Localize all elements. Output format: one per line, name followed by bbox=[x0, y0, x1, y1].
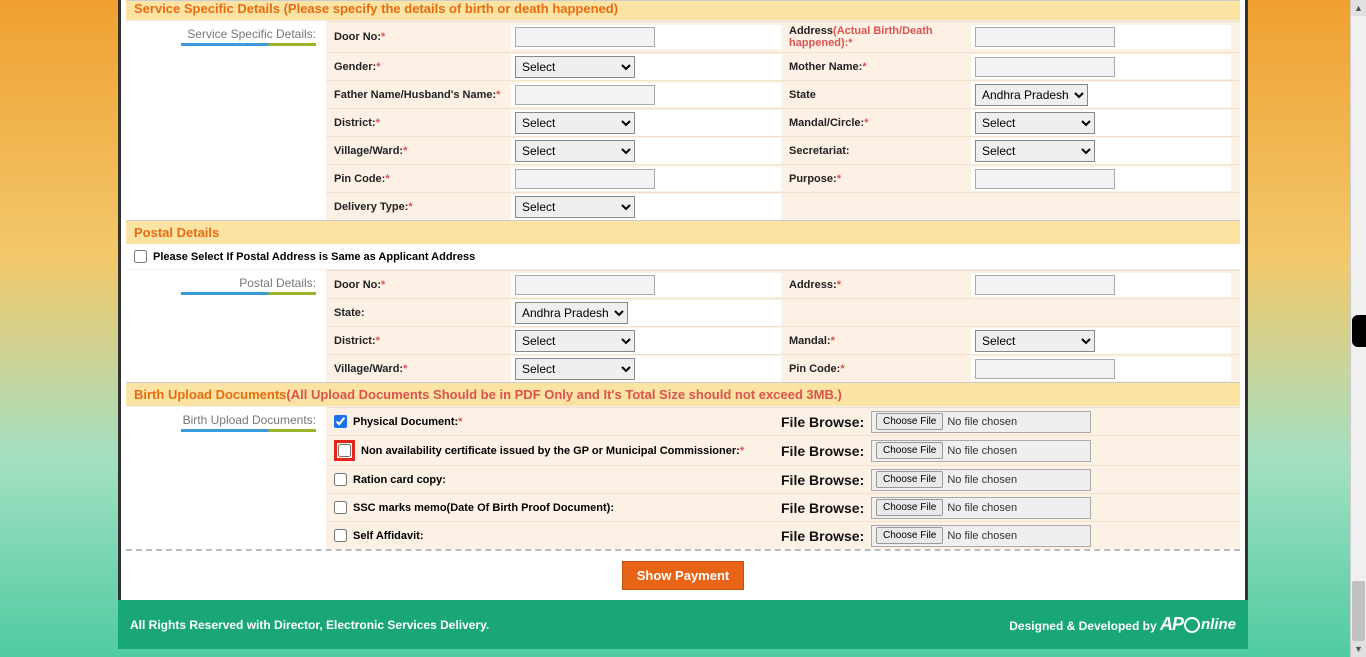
service-details-side-label: Service Specific Details: bbox=[126, 21, 326, 220]
choose-file-btn-2[interactable]: Choose File bbox=[876, 442, 943, 459]
physical-doc-checkbox[interactable] bbox=[334, 415, 347, 428]
choose-file-btn-4[interactable]: Choose File bbox=[876, 499, 943, 516]
same-as-applicant-checkbox[interactable] bbox=[134, 250, 147, 263]
footer: All Rights Reserved with Director, Elect… bbox=[118, 600, 1248, 649]
state-label: State bbox=[789, 89, 816, 101]
postal-state-label: State: bbox=[334, 307, 365, 319]
file-status-2: No file chosen bbox=[947, 445, 1017, 457]
service-details-header: Service Specific Details (Please specify… bbox=[126, 0, 1240, 20]
postal-door-no-input[interactable] bbox=[515, 275, 655, 295]
postal-address-input[interactable] bbox=[975, 275, 1115, 295]
delivery-type-select[interactable]: Select bbox=[515, 196, 635, 218]
scroll-down-icon[interactable]: ▼ bbox=[1351, 641, 1366, 657]
file-status-4: No file chosen bbox=[947, 502, 1017, 514]
delivery-type-label: Delivery Type: bbox=[334, 201, 408, 213]
postal-door-no-label: Door No: bbox=[334, 279, 381, 291]
postal-district-select[interactable]: Select bbox=[515, 330, 635, 352]
pincode-input[interactable] bbox=[515, 169, 655, 189]
postal-pincode-label: Pin Code: bbox=[789, 363, 840, 375]
self-aff-label: Self Affidavit: bbox=[353, 530, 424, 542]
postal-mandal-select[interactable]: Select bbox=[975, 330, 1095, 352]
district-select[interactable]: Select bbox=[515, 112, 635, 134]
choose-file-btn-1[interactable]: Choose File bbox=[876, 413, 943, 430]
postal-address-label: Address: bbox=[789, 279, 837, 291]
upload-header: Birth Upload Documents(All Upload Docume… bbox=[126, 382, 1240, 406]
scroll-up-icon[interactable]: ▲ bbox=[1351, 0, 1366, 16]
address-label: Address(Actual Birth/Death happened):* bbox=[789, 25, 933, 49]
ssc-label: SSC marks memo(Date Of Birth Proof Docum… bbox=[353, 502, 614, 514]
gender-select[interactable]: Select bbox=[515, 56, 635, 78]
choose-file-btn-5[interactable]: Choose File bbox=[876, 527, 943, 544]
side-tab[interactable] bbox=[1352, 315, 1366, 347]
ration-card-file[interactable]: Choose File No file chosen bbox=[871, 469, 1091, 491]
non-avail-label: Non availability certificate issued by t… bbox=[361, 445, 744, 457]
physical-doc-file[interactable]: Choose File No file chosen bbox=[871, 411, 1091, 433]
secretariat-select[interactable]: Select bbox=[975, 140, 1095, 162]
non-avail-checkbox[interactable] bbox=[338, 444, 351, 457]
footer-left: All Rights Reserved with Director, Elect… bbox=[130, 618, 489, 632]
door-no-input[interactable] bbox=[515, 27, 655, 47]
mother-name-label: Mother Name: bbox=[789, 61, 862, 73]
mandal-circle-label: Mandal/Circle: bbox=[789, 117, 864, 129]
purpose-label: Purpose: bbox=[789, 173, 837, 185]
postal-state-select[interactable]: Andhra Pradesh bbox=[515, 302, 628, 324]
ration-card-checkbox[interactable] bbox=[334, 473, 347, 486]
mandal-circle-select[interactable]: Select bbox=[975, 112, 1095, 134]
purpose-input[interactable] bbox=[975, 169, 1115, 189]
father-husband-label: Father Name/Husband's Name: bbox=[334, 89, 496, 101]
self-aff-checkbox[interactable] bbox=[334, 529, 347, 542]
file-browse-label-1: File Browse: bbox=[781, 414, 871, 430]
state-select[interactable]: Andhra Pradesh bbox=[975, 84, 1088, 106]
district-label: District: bbox=[334, 117, 376, 129]
postal-pincode-input[interactable] bbox=[975, 359, 1115, 379]
father-husband-input[interactable] bbox=[515, 85, 655, 105]
choose-file-btn-3[interactable]: Choose File bbox=[876, 471, 943, 488]
postal-village-ward-label: Village/Ward: bbox=[334, 363, 403, 375]
file-status-3: No file chosen bbox=[947, 474, 1017, 486]
postal-mandal-label: Mandal: bbox=[789, 335, 831, 347]
show-payment-button[interactable]: Show Payment bbox=[622, 561, 744, 590]
file-browse-label-5: File Browse: bbox=[781, 528, 871, 544]
door-no-label: Door No: bbox=[334, 31, 381, 43]
gender-label: Gender: bbox=[334, 61, 376, 73]
secretariat-label: Secretariat: bbox=[789, 145, 850, 157]
postal-district-label: District: bbox=[334, 335, 376, 347]
village-ward-label: Village/Ward: bbox=[334, 145, 403, 157]
file-browse-label-3: File Browse: bbox=[781, 472, 871, 488]
postal-side-label: Postal Details: bbox=[126, 270, 326, 382]
file-status-5: No file chosen bbox=[947, 530, 1017, 542]
same-as-applicant-label: Please Select If Postal Address is Same … bbox=[153, 251, 475, 263]
mother-name-input[interactable] bbox=[975, 57, 1115, 77]
physical-doc-label: Physical Document:* bbox=[353, 416, 462, 428]
upload-side-label: Birth Upload Documents: bbox=[126, 407, 326, 549]
scroll-thumb[interactable] bbox=[1352, 581, 1365, 641]
self-aff-file[interactable]: Choose File No file chosen bbox=[871, 525, 1091, 547]
file-browse-label-4: File Browse: bbox=[781, 500, 871, 516]
ssc-checkbox[interactable] bbox=[334, 501, 347, 514]
file-browse-label-2: File Browse: bbox=[781, 443, 871, 459]
village-ward-select[interactable]: Select bbox=[515, 140, 635, 162]
postal-village-ward-select[interactable]: Select bbox=[515, 358, 635, 380]
file-status-1: No file chosen bbox=[947, 416, 1017, 428]
address-input[interactable] bbox=[975, 27, 1115, 47]
ssc-file[interactable]: Choose File No file chosen bbox=[871, 497, 1091, 519]
footer-right: Designed & Developed by APnline bbox=[1009, 614, 1236, 635]
pincode-label: Pin Code: bbox=[334, 173, 385, 185]
aponline-logo: APnline bbox=[1160, 614, 1236, 635]
ration-card-label: Ration card copy: bbox=[353, 474, 446, 486]
non-avail-file[interactable]: Choose File No file chosen bbox=[871, 440, 1091, 462]
postal-details-header: Postal Details bbox=[126, 220, 1240, 244]
